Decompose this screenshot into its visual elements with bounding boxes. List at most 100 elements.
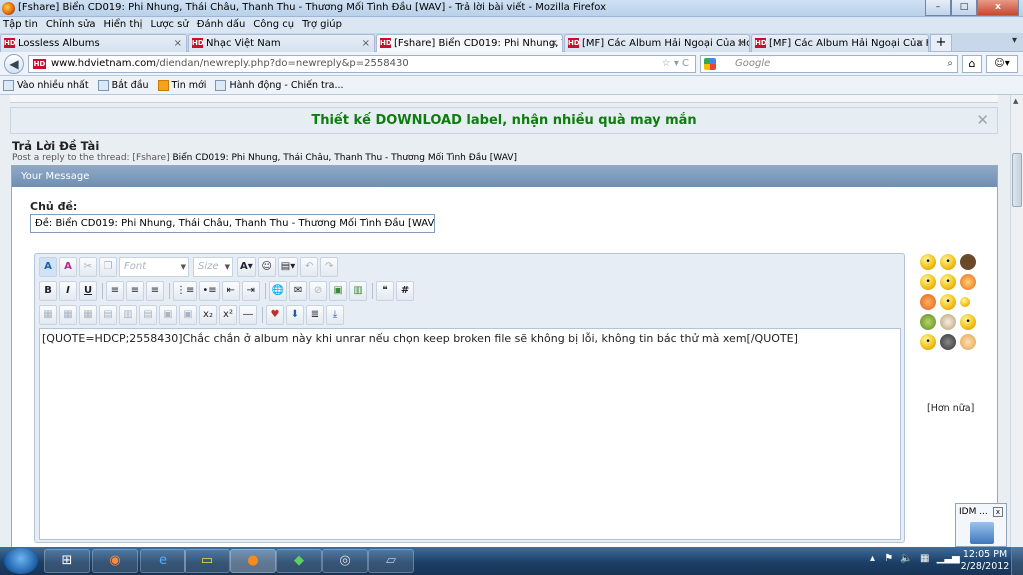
ordered-list-icon[interactable]: ⋮≡ bbox=[173, 281, 198, 301]
page-scrollbar[interactable]: ▲ bbox=[1010, 95, 1023, 547]
close-window-button[interactable]: x bbox=[977, 0, 1019, 16]
smilie-sick-icon[interactable] bbox=[920, 314, 936, 330]
tab-mf-album-2[interactable]: HD [MF] Các Album Hải Ngoại Của Hoa... × bbox=[751, 34, 929, 52]
quote-icon[interactable]: ❝ bbox=[376, 281, 395, 301]
insert-image-icon[interactable]: ▣ bbox=[329, 281, 348, 301]
insert-video-icon[interactable]: ▥ bbox=[349, 281, 368, 301]
taskbar-ie-icon[interactable]: e bbox=[140, 549, 186, 573]
search-bar[interactable]: Google ⌕ bbox=[700, 55, 958, 73]
text-color-icon[interactable]: A▾ bbox=[237, 257, 256, 277]
url-bar[interactable]: HD www.hdvietnam.com/diendan/newreply.ph… bbox=[28, 55, 696, 73]
smilie-small-icon[interactable] bbox=[960, 297, 970, 307]
more-smilies-link[interactable]: [Hơn nữa] bbox=[927, 403, 974, 414]
redo-icon[interactable]: ↷ bbox=[320, 257, 339, 277]
taskbar-explorer-icon[interactable]: ▭ bbox=[184, 549, 230, 573]
superscript-icon[interactable]: x² bbox=[219, 305, 237, 325]
smilie-icon[interactable]: ☺ bbox=[257, 257, 276, 277]
email-link-icon[interactable]: ✉ bbox=[289, 281, 308, 301]
taskbar-notes-icon[interactable]: ▱ bbox=[368, 549, 414, 573]
download-icon[interactable]: ⬇ bbox=[286, 305, 304, 325]
delete-table-icon[interactable]: ▦ bbox=[79, 305, 97, 325]
delete-row-icon[interactable]: ▤ bbox=[139, 305, 157, 325]
menu-bookmarks[interactable]: Đánh dấu bbox=[197, 17, 246, 33]
tab-close-icon[interactable]: × bbox=[550, 35, 558, 52]
start-button[interactable] bbox=[4, 548, 38, 574]
tab-mf-album-1[interactable]: HD [MF] Các Album Hải Ngoại Của Hoa... × bbox=[564, 34, 750, 52]
tray-network-icon[interactable]: ▦ bbox=[920, 553, 929, 564]
smilie-grin-icon[interactable]: • bbox=[940, 274, 956, 290]
split-cells-icon[interactable]: ▣ bbox=[179, 305, 197, 325]
banner-text[interactable]: Thiết kế DOWNLOAD label, nhận nhiều quà … bbox=[11, 108, 997, 134]
taskbar-app-icon[interactable]: ◆ bbox=[276, 549, 322, 573]
align-left-icon[interactable]: ≡ bbox=[106, 281, 124, 301]
smilie-ninja-icon[interactable] bbox=[960, 254, 976, 270]
tab-close-icon[interactable]: × bbox=[362, 35, 370, 52]
smilie-dog-icon[interactable] bbox=[940, 314, 956, 330]
unlink-icon[interactable]: ⊘ bbox=[309, 281, 328, 301]
banner-close-icon[interactable]: ✕ bbox=[976, 111, 989, 129]
scrollbar-thumb[interactable] bbox=[1012, 153, 1022, 207]
copy-icon[interactable]: ❐ bbox=[99, 257, 117, 277]
idm-download-icon[interactable] bbox=[970, 522, 994, 544]
tab-close-icon[interactable]: × bbox=[916, 35, 924, 52]
tray-flag-icon[interactable]: ⚑ bbox=[884, 553, 893, 564]
undo-icon[interactable]: ↶ bbox=[300, 257, 319, 277]
tab-close-icon[interactable]: × bbox=[737, 35, 745, 52]
subscript-icon[interactable]: x₂ bbox=[199, 305, 217, 325]
smilie-pumpkin-icon[interactable] bbox=[920, 294, 936, 310]
wrap-code-button[interactable]: # bbox=[396, 281, 415, 301]
tray-signal-icon[interactable]: ▁▃▅ bbox=[937, 553, 960, 564]
switch-mode-icon[interactable]: A bbox=[39, 257, 57, 277]
smilie-happy-icon[interactable]: • bbox=[940, 294, 956, 310]
insert-row-icon[interactable]: ▤ bbox=[99, 305, 117, 325]
paste-icon[interactable]: ▤▾ bbox=[277, 257, 299, 277]
google-icon[interactable] bbox=[704, 58, 716, 70]
smilie-sleep-icon[interactable]: • bbox=[920, 334, 936, 350]
bold-button[interactable]: B bbox=[39, 281, 57, 301]
resize-icon[interactable]: ⤓ bbox=[326, 305, 344, 325]
smilie-wave-icon[interactable]: • bbox=[920, 274, 936, 290]
tab-fshare-bien-cd019[interactable]: HD [Fshare] Biển CD019: Phi Nhung, Thái.… bbox=[376, 34, 563, 52]
hide-icon[interactable]: ♥ bbox=[266, 305, 284, 325]
smilie-smile-icon[interactable]: • bbox=[960, 314, 976, 330]
bookmark-getting-started[interactable]: Bắt đầu bbox=[97, 79, 149, 91]
indent-icon[interactable]: ⇥ bbox=[241, 281, 260, 301]
smilie-angry-icon[interactable] bbox=[960, 274, 976, 290]
menu-tools[interactable]: Công cụ bbox=[253, 17, 294, 33]
subject-input[interactable]: Đề: Biển CD019: Phi Nhung, Thái Châu, Th… bbox=[30, 214, 435, 233]
underline-button[interactable]: U bbox=[79, 281, 97, 301]
cut-icon[interactable]: ✂ bbox=[79, 257, 97, 277]
table-props-icon[interactable]: ▦ bbox=[59, 305, 77, 325]
smilie-cool-icon[interactable]: • bbox=[920, 254, 936, 270]
size-select[interactable]: Size bbox=[193, 257, 233, 277]
tab-nhac-viet-nam[interactable]: HD Nhạc Việt Nam × bbox=[188, 34, 375, 52]
back-button[interactable]: ◀ bbox=[4, 54, 24, 74]
taskbar-clock[interactable]: 12:05 PM 2/28/2012 bbox=[960, 549, 1010, 573]
list-icon[interactable]: ≣ bbox=[306, 305, 324, 325]
smilie-dark-icon[interactable] bbox=[940, 334, 956, 350]
merge-cells-icon[interactable]: ▣ bbox=[159, 305, 177, 325]
search-icon[interactable]: ⌕ bbox=[947, 56, 953, 72]
menu-history[interactable]: Lược sử bbox=[150, 17, 188, 33]
outdent-icon[interactable]: ⇤ bbox=[221, 281, 240, 301]
scroll-up-icon[interactable]: ▲ bbox=[1013, 97, 1018, 105]
home-button[interactable]: ⌂ bbox=[962, 55, 982, 73]
smilie-cookie-icon[interactable] bbox=[960, 334, 976, 350]
taskbar-network-icon[interactable]: ⊞ bbox=[44, 549, 90, 573]
addon-button[interactable]: ☺▾ bbox=[986, 55, 1018, 73]
bookmark-star-icon[interactable]: ☆ ▾ C bbox=[662, 56, 689, 72]
menu-file[interactable]: Tập tin bbox=[3, 17, 38, 33]
message-textarea[interactable]: [QUOTE=HDCP;2558430]Chắc chắn ở album nà… bbox=[39, 328, 901, 540]
bookmark-latest-news[interactable]: Tin mới bbox=[157, 79, 206, 91]
maximize-button[interactable]: □ bbox=[951, 0, 977, 16]
taskbar-office-icon[interactable]: ◉ bbox=[92, 549, 138, 573]
menu-view[interactable]: Hiển thị bbox=[103, 17, 142, 33]
table-icon[interactable]: ▦ bbox=[39, 305, 57, 325]
idm-panel[interactable]: IDM ... x bbox=[955, 503, 1007, 547]
tray-volume-icon[interactable]: 🔈 bbox=[900, 553, 912, 564]
remove-format-icon[interactable]: A bbox=[59, 257, 77, 277]
align-right-icon[interactable]: ≡ bbox=[146, 281, 164, 301]
insert-col-icon[interactable]: ▥ bbox=[119, 305, 137, 325]
bookmark-most-visited[interactable]: Vào nhiều nhất bbox=[3, 79, 89, 91]
font-select[interactable]: Font bbox=[119, 257, 189, 277]
